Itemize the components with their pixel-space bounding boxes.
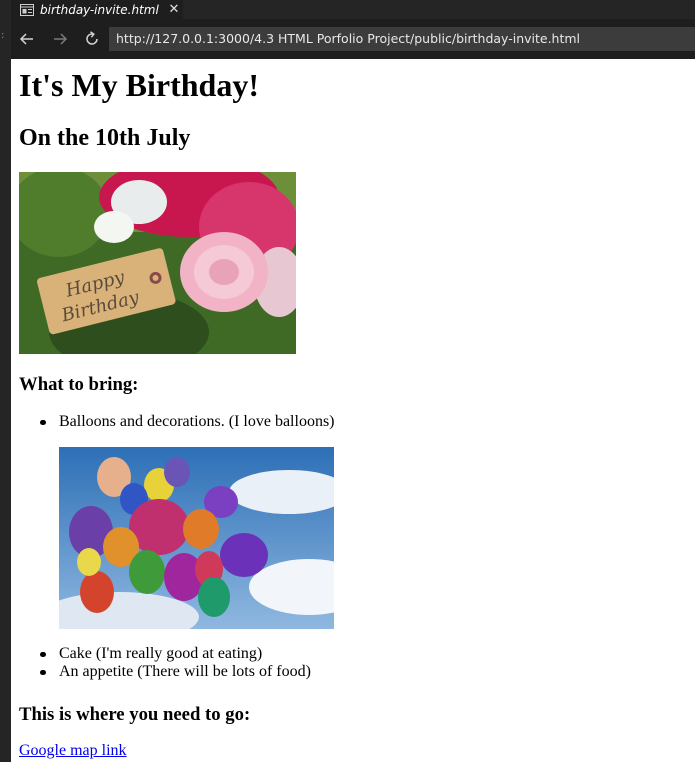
list-item: Cake (I'm really good at eating): [19, 645, 619, 663]
list-item-text: Cake (I'm really good at eating): [59, 645, 263, 662]
close-icon[interactable]: ✕: [165, 2, 183, 17]
navigation-bar: http://127.0.0.1:3000/4.3 HTML Porfolio …: [11, 19, 695, 59]
back-button[interactable]: [17, 29, 37, 49]
google-map-link[interactable]: Google map link: [19, 742, 127, 760]
balloons-image: [59, 447, 334, 629]
arrow-right-icon: [54, 33, 68, 45]
directions-heading: This is where you need to go:: [19, 704, 251, 725]
list-item: An appetite (There will be lots of food): [19, 663, 619, 681]
date-heading: On the 10th July: [19, 125, 191, 151]
page-viewport: It's My Birthday! On the 10th July Happy…: [11, 59, 695, 762]
editor-gutter: :: [0, 0, 11, 762]
list-item-text: Balloons and decorations. (I love balloo…: [59, 413, 335, 430]
reload-button[interactable]: [82, 29, 102, 49]
address-bar[interactable]: http://127.0.0.1:3000/4.3 HTML Porfolio …: [109, 27, 695, 51]
birthday-flowers-image: Happy Birthday: [19, 172, 296, 354]
bring-list: Balloons and decorations. (I love balloo…: [19, 413, 619, 681]
tab-title: birthday-invite.html: [40, 2, 159, 17]
what-to-bring-heading: What to bring:: [19, 374, 139, 395]
url-text: http://127.0.0.1:3000/4.3 HTML Porfolio …: [116, 31, 581, 46]
bullet: [40, 669, 46, 675]
list-item: Balloons and decorations. (I love balloo…: [19, 413, 619, 431]
tab-birthday-invite[interactable]: birthday-invite.html ✕: [11, 0, 183, 19]
arrow-left-icon: [19, 33, 33, 45]
gutter-marker: :: [1, 30, 5, 41]
forward-button[interactable]: [50, 29, 70, 49]
tab-strip: birthday-invite.html ✕: [11, 0, 695, 19]
bullet: [40, 419, 46, 425]
list-item-text: An appetite (There will be lots of food): [59, 663, 311, 680]
bullet: [40, 651, 46, 657]
reload-icon: [86, 31, 98, 45]
preview-page-icon: [20, 3, 34, 16]
page-title: It's My Birthday!: [19, 67, 259, 103]
